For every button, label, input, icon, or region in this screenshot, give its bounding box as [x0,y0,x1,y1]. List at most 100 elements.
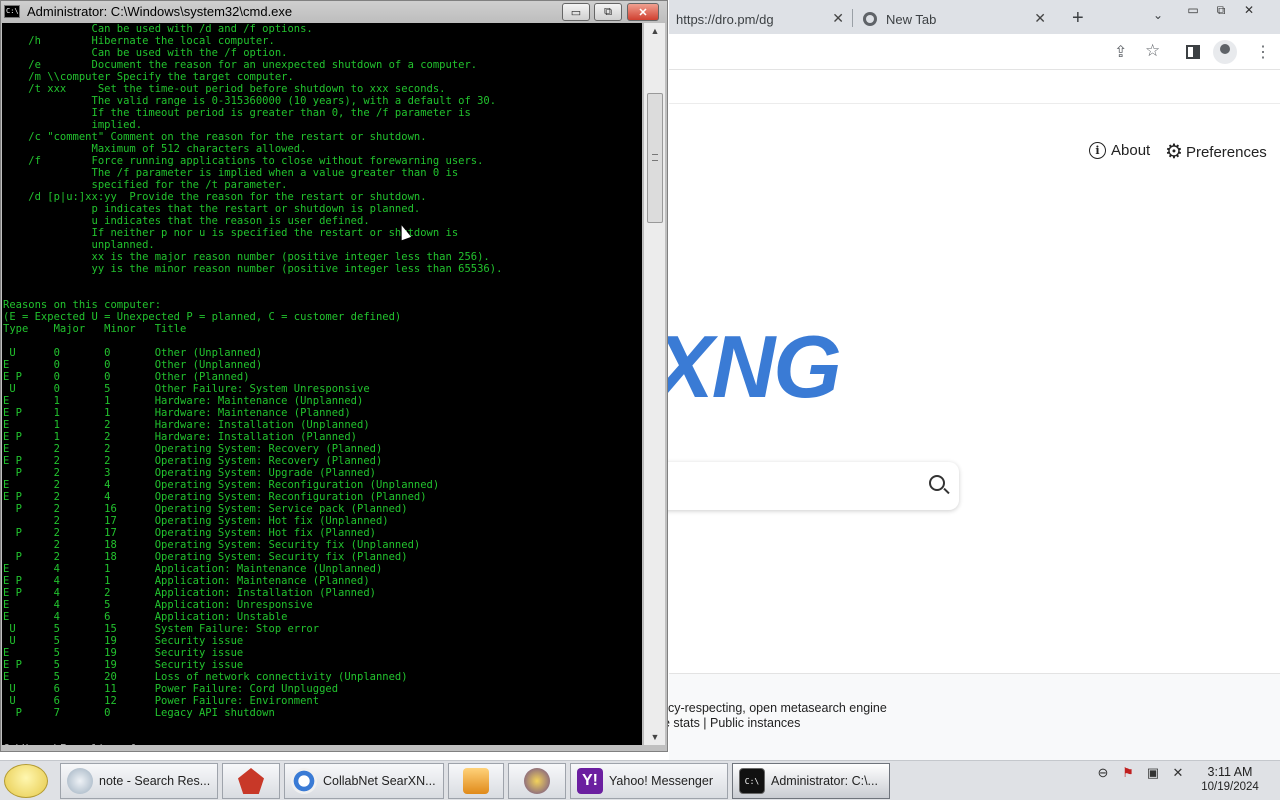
grip-icon [652,154,658,161]
action-center-flag-icon[interactable]: ⚑ [1120,765,1136,781]
tab-new-tab[interactable]: New Tab ✕ [853,4,1054,34]
menu-icon[interactable]: ⋮ [1255,42,1271,62]
close-icon[interactable]: ✕ [832,10,844,27]
network-icon[interactable]: ▣ [1145,765,1161,781]
console-line: E P 5 19 Security issue [3,659,244,671]
taskbar-item-label: CollabNet SearXN... [323,774,436,788]
console-line: E 5 19 Security issue [3,647,244,659]
console-line: E 4 6 Application: Unstable [3,611,288,623]
console-line: /e Document the reason for an unexpected… [3,59,478,71]
console-line: P 2 17 Operating System: Hot fix (Planne… [3,527,376,539]
bookmark-star-icon[interactable]: ☆ [1145,41,1160,61]
red-app-icon [238,768,264,794]
cmd-app-icon: C:\ [4,5,20,18]
clock[interactable]: 3:11 AM 10/19/2024 [1190,765,1270,795]
console-line: The /f parameter is implied when a value… [3,167,459,179]
console-line: E 5 20 Loss of network connectivity (Unp… [3,671,408,683]
close-icon[interactable]: ✕ [1034,10,1046,27]
messenger-icon [524,768,550,794]
console-line: Type Major Minor Title [3,323,187,335]
preferences-label: Preferences [1185,143,1267,161]
note-search-icon [67,768,93,794]
console-line: E P 4 2 Application: Installation (Plann… [3,587,376,599]
minimize-button[interactable]: ▭ [562,3,590,21]
taskbar: note - Search Res... CollabNet SearXN...… [0,760,1280,800]
tab-title: https://dro.pm/dg [676,11,774,27]
search-input[interactable] [659,462,959,510]
taskbar-item-note-search[interactable]: note - Search Res... [60,763,218,799]
clock-date: 10/19/2024 [1201,781,1259,793]
tab-strip: https://dro.pm/dg ✕ New Tab ✕ + ⌄ ▭ ⧉ ✕ [669,0,1280,34]
console-line: /t xxx Set the time-out period before sh… [3,83,446,95]
side-panel-icon[interactable] [1186,45,1200,59]
footer-links[interactable]: e stats | Public instances [663,716,800,730]
share-icon[interactable]: ⇪ [1114,42,1127,62]
close-icon[interactable]: ✕ [1235,0,1263,20]
scrollbar[interactable]: ▲ ▼ [643,23,665,745]
console-line: specified for the /t parameter. [3,179,288,191]
console-line: If neither p nor u is specified the rest… [3,227,459,239]
volume-muted-icon[interactable]: ✕ [1170,765,1186,781]
footer-description: acy-respecting, open metasearch engine [661,701,887,715]
taskbar-item-yahoo-messenger[interactable]: Y! Yahoo! Messenger [570,763,728,799]
console-line: (E = Expected U = Unexpected P = planned… [3,311,402,323]
console-line: /m \\computer Specify the target compute… [3,71,294,83]
cmd-icon: C:\ [739,768,765,794]
taskbar-item-label: note - Search Res... [99,774,211,788]
media-player-icon [463,768,489,794]
console-line: E P 2 4 Operating System: Reconfiguratio… [3,491,427,503]
browser-icon [291,768,317,794]
scroll-up-arrow-icon[interactable]: ▲ [644,23,666,39]
close-button[interactable]: ✕ [627,3,659,21]
console-line: E P 1 1 Hardware: Maintenance (Planned) [3,407,351,419]
profile-icon[interactable] [1213,40,1237,64]
console-line: If the timeout period is greater than 0,… [3,107,471,119]
tab-dro-pm[interactable]: https://dro.pm/dg ✕ [669,4,852,34]
scroll-down-arrow-icon[interactable]: ▼ [644,729,666,745]
taskbar-item-administrator-cmd[interactable]: C:\ Administrator: C:\... [732,763,890,799]
console-line: unplanned. [3,239,155,251]
searxng-page: i About ⚙ Preferences XNG [655,103,1280,673]
console-line: u indicates that the reason is user defi… [3,215,370,227]
console-line: U 6 11 Power Failure: Cord Unplugged [3,683,339,695]
command-prompt[interactable]: C:\Users\Fpe oliver fan> [3,743,502,745]
console-line: E 2 2 Operating System: Recovery (Planne… [3,443,383,455]
console-line: 2 18 Operating System: Security fix (Unp… [3,539,421,551]
cmd-titlebar[interactable]: C:\ Administrator: C:\Windows\system32\c… [1,1,667,23]
console-line: p indicates that the restart or shutdown… [3,203,421,215]
console-line: Reasons on this computer: [3,299,162,311]
about-link[interactable]: i About [1089,142,1150,159]
console-output[interactable]: Can be used with /d and /f options. /h H… [2,23,642,745]
minimize-icon[interactable]: ▭ [1179,0,1207,20]
taskbar-item-label: Yahoo! Messenger [609,774,713,788]
taskbar-item-media-player[interactable] [448,763,504,799]
console-line: U 5 15 System Failure: Stop error [3,623,320,635]
page-footer: acy-respecting, open metasearch engine e… [661,673,1280,760]
new-tab-button[interactable]: + [1072,7,1084,30]
console-line: E 4 1 Application: Maintenance (Unplanne… [3,563,383,575]
tab-search-chevron-icon[interactable]: ⌄ [1153,8,1163,22]
taskbar-item-app[interactable] [222,763,280,799]
system-tray: ⊖ ⚑ ▣ ✕ [1095,765,1195,781]
taskbar-item-messenger[interactable] [508,763,566,799]
console-text: Can be used with /d and /f options. /h H… [3,23,502,745]
console-line: Maximum of 512 characters allowed. [3,143,307,155]
browser-toolbar: ⇪ ☆ ⋮ [669,34,1280,70]
search-icon[interactable] [929,475,945,491]
scroll-thumb[interactable] [647,93,663,223]
searxng-logo: XNG [655,317,842,416]
console-line: P 2 3 Operating System: Upgrade (Planned… [3,467,376,479]
globe-icon [863,12,877,26]
taskbar-item-collabnet-searxng[interactable]: CollabNet SearXN... [284,763,444,799]
maximize-button[interactable]: ⧉ [594,3,622,21]
restore-icon[interactable]: ⧉ [1207,0,1235,20]
console-line: E 1 2 Hardware: Installation (Unplanned) [3,419,370,431]
start-button[interactable] [4,764,48,798]
console-line: xx is the major reason number (positive … [3,251,490,263]
tray-minus-icon[interactable]: ⊖ [1095,765,1111,781]
console-line: /h Hibernate the local computer. [3,35,275,47]
preferences-link[interactable]: ⚙ Preferences [1165,142,1267,162]
